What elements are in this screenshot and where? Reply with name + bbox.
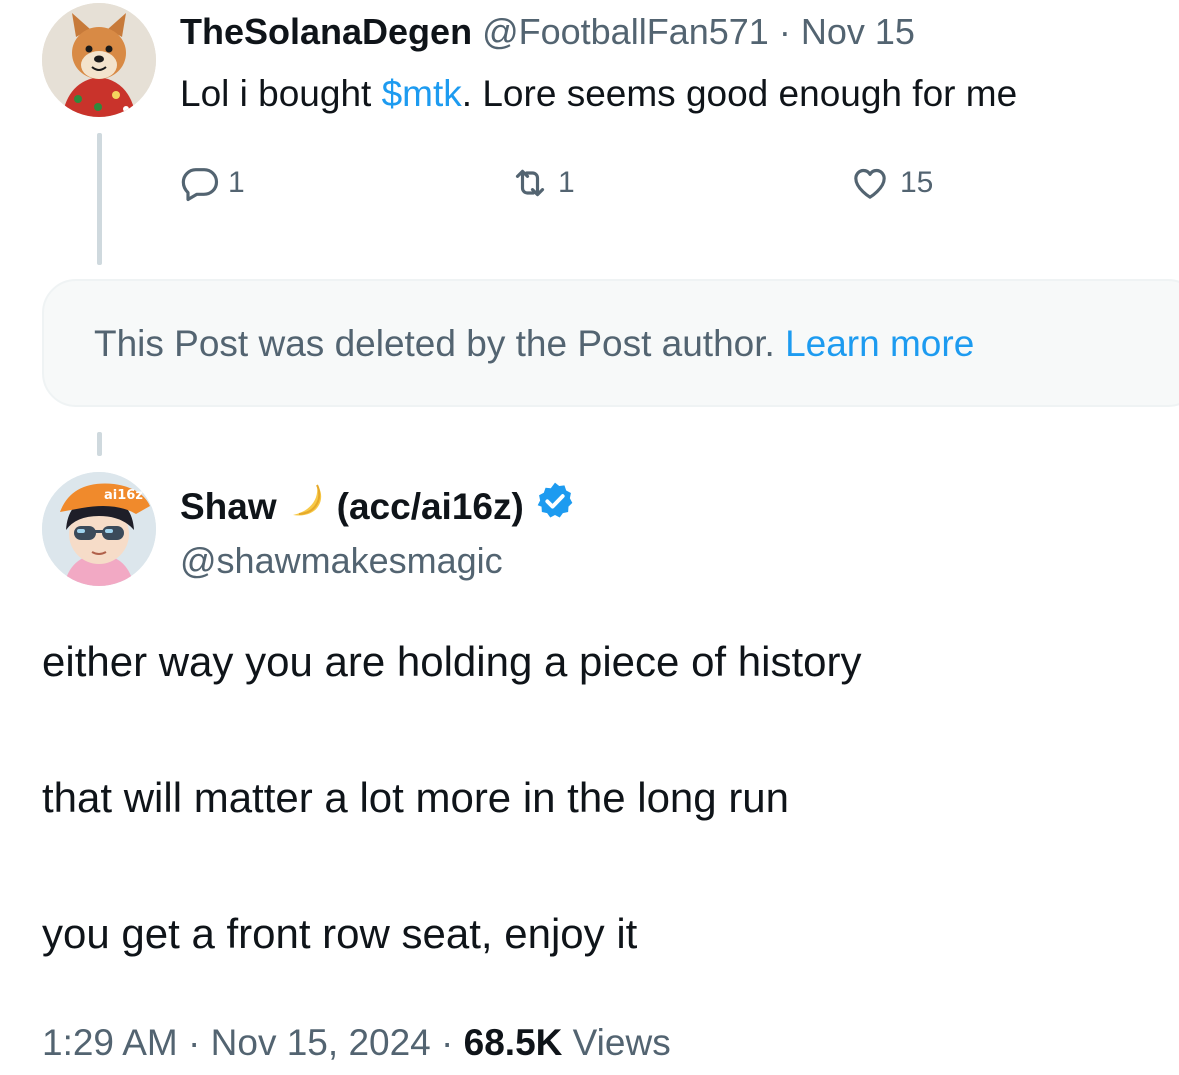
post2-body-line-3: you get a front row seat, enjoy it xyxy=(42,910,638,957)
deleted-notice-text-wrap: This Post was deleted by the Post author… xyxy=(94,321,974,367)
avatar-thesolanadegen[interactable] xyxy=(42,3,156,117)
deleted-notice-text: This Post was deleted by the Post author… xyxy=(94,323,775,364)
learn-more-link[interactable]: Learn more xyxy=(785,323,974,364)
moon-icon xyxy=(287,481,327,532)
post1-text-before: Lol i bought xyxy=(180,73,382,114)
post1-date[interactable]: Nov 15 xyxy=(801,11,915,52)
post1-handle[interactable]: @FootballFan571 xyxy=(482,11,769,52)
post1-action-bar: 1 1 15 xyxy=(180,163,980,209)
post1-separator: · xyxy=(778,11,791,52)
deleted-post-notice: This Post was deleted by the Post author… xyxy=(42,279,1179,407)
post1-header: TheSolanaDegen @FootballFan571 · Nov 15 xyxy=(180,10,915,54)
thread-line-bottom xyxy=(97,432,102,456)
post2-body-line-2: that will matter a lot more in the long … xyxy=(42,774,790,821)
post1-text: Lol i bought $mtk. Lore seems good enoug… xyxy=(180,70,1017,118)
shaw-avatar-image: ai16z xyxy=(42,472,156,586)
avatar-cap-text: ai16z xyxy=(104,488,143,503)
post2-date[interactable]: Nov 15, 2024 xyxy=(211,1022,431,1063)
reply-count: 1 xyxy=(228,166,245,199)
repost-button[interactable]: 1 xyxy=(510,163,575,203)
reply-icon xyxy=(180,163,220,203)
post2-meta: 1:29 AM · Nov 15, 2024 · 68.5K Views xyxy=(42,1020,671,1066)
post2-views-label: Views xyxy=(572,1022,671,1063)
repost-count: 1 xyxy=(558,166,575,199)
post2-views-count: 68.5K xyxy=(463,1022,563,1063)
thread-line-top xyxy=(97,133,102,265)
post2-time[interactable]: 1:29 AM xyxy=(42,1022,178,1063)
post1-cashtag-link[interactable]: $mtk xyxy=(382,73,462,114)
post1-text-after: . Lore seems good enough for me xyxy=(461,73,1018,114)
post2-meta-separator-1: · xyxy=(188,1022,201,1063)
avatar-shaw[interactable]: ai16z xyxy=(42,472,156,586)
post2-display-name[interactable]: Shaw xyxy=(180,484,277,530)
reply-button[interactable]: 1 xyxy=(180,163,245,203)
like-button[interactable]: 15 xyxy=(848,163,933,203)
verified-badge-icon[interactable] xyxy=(534,480,576,533)
post2-name-line: Shaw (acc/ai16z) xyxy=(180,480,576,533)
post2-body-line-1: either way you are holding a piece of hi… xyxy=(42,638,862,685)
repost-icon xyxy=(510,163,550,203)
like-icon xyxy=(848,163,892,203)
shiba-avatar-image xyxy=(42,3,156,117)
post2-handle[interactable]: @shawmakesmagic xyxy=(180,538,503,584)
post2-meta-separator-2: · xyxy=(441,1022,454,1063)
like-count: 15 xyxy=(900,166,934,199)
post1-display-name[interactable]: TheSolanaDegen xyxy=(180,11,472,52)
post2-display-suffix[interactable]: (acc/ai16z) xyxy=(337,484,524,530)
